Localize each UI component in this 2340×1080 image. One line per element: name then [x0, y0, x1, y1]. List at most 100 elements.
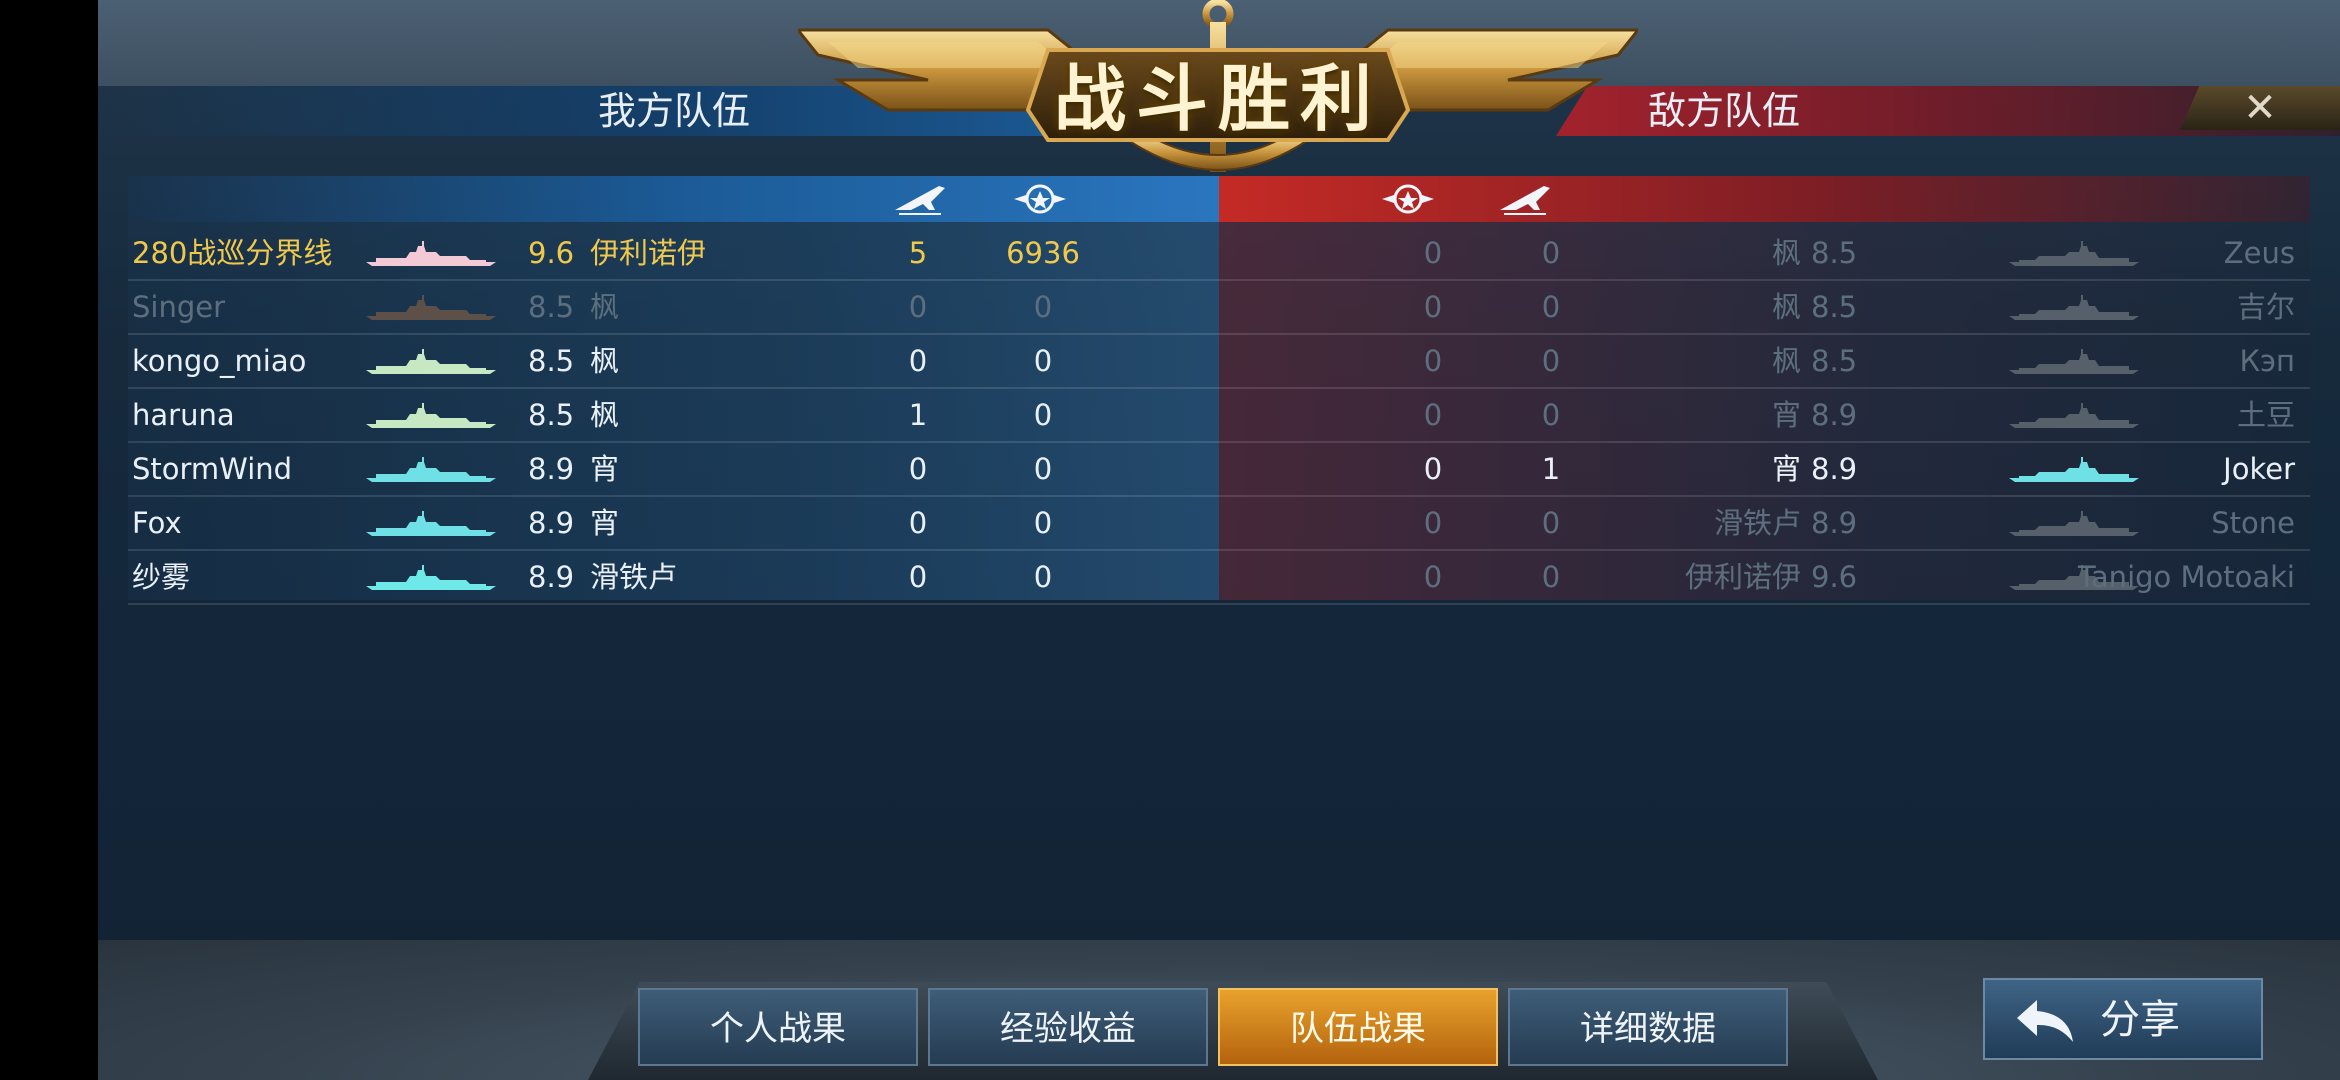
- ship-silhouette-icon: [366, 348, 496, 374]
- ship-silhouette-icon: [366, 510, 496, 536]
- ship-rating: 8.5: [1811, 290, 1858, 324]
- close-button[interactable]: ✕: [2180, 86, 2340, 130]
- enemy-row[interactable]: 0 0 枫 8.5 Кэп: [1219, 334, 2310, 388]
- ship-name: 伊利诺伊: [590, 236, 707, 270]
- ship-name: 枫: [1771, 236, 1801, 270]
- player-name: Кэп: [2239, 344, 2295, 378]
- score-value: 0: [1423, 236, 1443, 270]
- battle-result-screen: 我方队伍 敌方队伍 ✕ 战斗胜利 280战巡分界线 9.6 伊利诺伊 5 693…: [98, 0, 2340, 1080]
- damage-score: 6936: [1006, 236, 1080, 270]
- ship-name: 宵: [590, 452, 620, 486]
- player-name: 吉尔: [2236, 290, 2295, 324]
- tab-team-results[interactable]: 队伍战果: [1218, 988, 1498, 1066]
- rank-badge-icon: [1380, 180, 1436, 218]
- ship-rating: 8.5: [528, 290, 575, 324]
- ship-silhouette-icon: [366, 294, 496, 320]
- ship-silhouette-icon: [366, 564, 496, 590]
- tab-personal-results[interactable]: 个人战果: [638, 988, 918, 1066]
- kills-count: 0: [908, 560, 928, 594]
- enemy-row[interactable]: 0 0 枫 8.5 Zeus: [1219, 226, 2310, 280]
- ship-name: 枫: [590, 290, 620, 324]
- player-name: Singer: [132, 290, 226, 324]
- player-name: kongo_miao: [132, 344, 307, 378]
- share-label: 分享: [2100, 997, 2180, 1043]
- ship-silhouette-icon: [366, 402, 496, 428]
- rank-badge-icon: [1012, 180, 1068, 218]
- enemy-row[interactable]: 0 0 滑铁卢 8.9 Stone: [1219, 496, 2310, 550]
- player-name: 280战巡分界线: [132, 236, 333, 270]
- ship-silhouette-icon: [366, 456, 496, 482]
- score-value: 0: [1423, 452, 1443, 486]
- player-name: 纱雾: [132, 560, 191, 594]
- ship-name: 滑铁卢: [590, 560, 678, 594]
- ship-name: 宵: [590, 506, 620, 540]
- plane-icon: [1496, 180, 1552, 218]
- ship-name: 枫: [590, 344, 620, 378]
- victory-title: 战斗胜利: [1053, 57, 1382, 141]
- damage-score: 0: [1033, 344, 1053, 378]
- ship-name: 伊利诺伊: [1684, 560, 1801, 594]
- enemy-row[interactable]: 0 1 宵 8.9 Joker: [1219, 442, 2310, 496]
- plane-icon: [891, 180, 947, 218]
- score-value: 0: [1423, 506, 1443, 540]
- kills-count: 0: [908, 344, 928, 378]
- ship-name: 枫: [1771, 290, 1801, 324]
- ship-name: 宵: [1771, 452, 1801, 486]
- ship-name: 枫: [1771, 344, 1801, 378]
- victory-emblem: 战斗胜利: [794, 0, 1642, 190]
- damage-score: 0: [1033, 506, 1053, 540]
- tab-detailed-data[interactable]: 详细数据: [1508, 988, 1788, 1066]
- damage-score: 0: [1033, 560, 1053, 594]
- enemy-row[interactable]: 0 0 伊利诺伊 9.6 Tanigo Motoaki: [1219, 550, 2310, 604]
- ship-name: 枫: [590, 398, 620, 432]
- kills-count: 0: [1541, 236, 1561, 270]
- ship-rating: 8.5: [1811, 344, 1858, 378]
- ship-silhouette-icon: [366, 240, 496, 266]
- kills-count: 0: [1541, 344, 1561, 378]
- ally-team-label: 我方队伍: [598, 89, 751, 133]
- damage-score: 0: [1033, 452, 1053, 486]
- kills-count: 1: [1541, 452, 1561, 486]
- player-name: Stone: [2211, 506, 2295, 540]
- ship-rating: 9.6: [528, 236, 575, 270]
- player-name: Fox: [132, 506, 182, 540]
- ship-rating: 8.5: [528, 344, 575, 378]
- enemy-row[interactable]: 0 0 宵 8.9 土豆: [1219, 388, 2310, 442]
- player-name: Zeus: [2223, 236, 2295, 270]
- ship-rating: 8.9: [528, 452, 575, 486]
- score-value: 0: [1423, 398, 1443, 432]
- ship-rating: 8.9: [528, 506, 575, 540]
- close-icon: ✕: [2243, 85, 2277, 131]
- kills-count: 0: [1541, 506, 1561, 540]
- ship-rating: 8.9: [528, 560, 575, 594]
- kills-count: 0: [1541, 290, 1561, 324]
- score-value: 0: [1423, 560, 1443, 594]
- kills-count: 1: [908, 398, 928, 432]
- ship-name: 滑铁卢: [1713, 506, 1801, 540]
- ship-rating: 8.9: [1811, 398, 1858, 432]
- result-tabs: 个人战果 经验收益 队伍战果 详细数据: [588, 970, 1878, 1080]
- player-name: haruna: [132, 398, 235, 432]
- score-value: 0: [1423, 344, 1443, 378]
- share-button[interactable]: 分享: [1983, 978, 2263, 1060]
- damage-score: 0: [1033, 290, 1053, 324]
- score-value: 0: [1423, 290, 1443, 324]
- kills-count: 0: [908, 506, 928, 540]
- kills-count: 0: [1541, 560, 1561, 594]
- player-name: Joker: [2223, 452, 2295, 486]
- kills-count: 0: [908, 290, 928, 324]
- kills-count: 0: [1541, 398, 1561, 432]
- enemy-team-label: 敌方队伍: [1648, 89, 1801, 133]
- kills-count: 0: [908, 452, 928, 486]
- player-name: StormWind: [132, 452, 293, 486]
- ship-name: 宵: [1771, 398, 1801, 432]
- tab-experience-gain[interactable]: 经验收益: [928, 988, 1208, 1066]
- ship-rating: 8.5: [528, 398, 575, 432]
- ship-rating: 8.5: [1811, 236, 1858, 270]
- ship-rating: 8.9: [1811, 506, 1858, 540]
- share-arrow-icon: [2017, 1000, 2073, 1042]
- ship-rating: 8.9: [1811, 452, 1858, 486]
- kills-count: 5: [908, 236, 928, 270]
- enemy-row[interactable]: 0 0 枫 8.5 吉尔: [1219, 280, 2310, 334]
- player-name: 土豆: [2236, 398, 2295, 432]
